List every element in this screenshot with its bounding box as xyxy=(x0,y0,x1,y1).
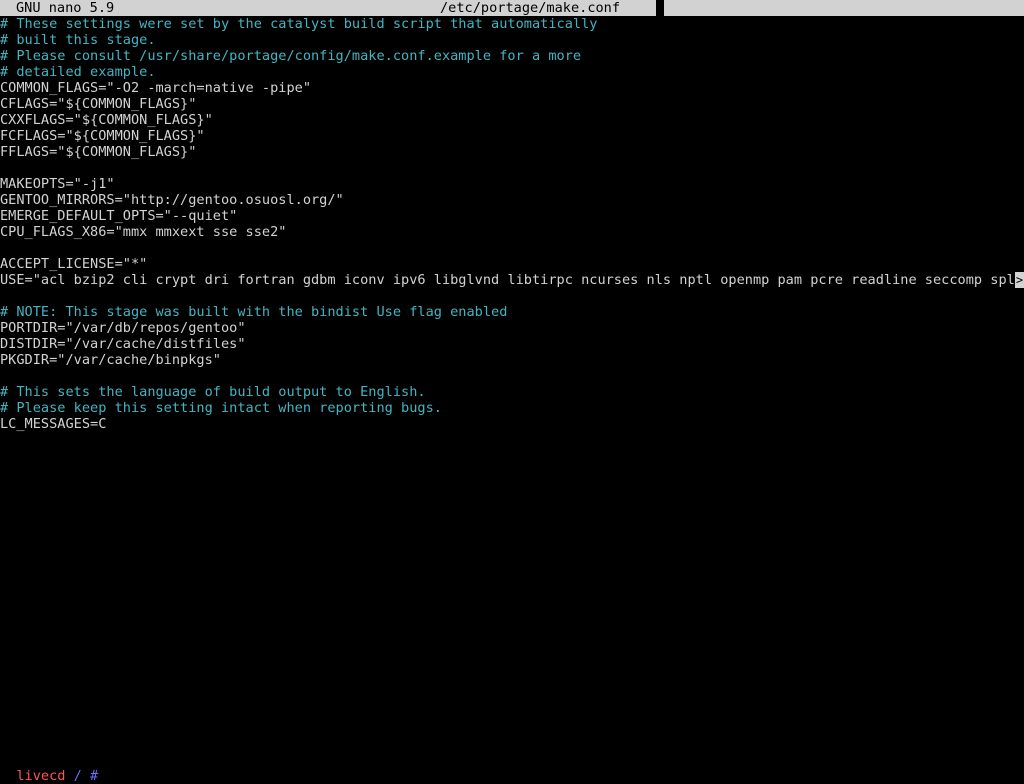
prompt-host: livecd xyxy=(16,768,66,784)
line-text: COMMON_FLAGS="-O2 -march=native -pipe" xyxy=(0,80,311,96)
editor-text-area[interactable]: # These settings were set by the catalys… xyxy=(0,16,1024,752)
line-text: LC_MESSAGES=C xyxy=(0,416,107,432)
editor-line[interactable]: EMERGE_DEFAULT_OPTS="--quiet" xyxy=(0,208,1024,224)
editor-line[interactable]: COMMON_FLAGS="-O2 -march=native -pipe" xyxy=(0,80,1024,96)
editor-line[interactable]: CFLAGS="${COMMON_FLAGS}" xyxy=(0,96,1024,112)
editor-line[interactable]: FCFLAGS="${COMMON_FLAGS}" xyxy=(0,128,1024,144)
title-bar-status xyxy=(664,0,1024,16)
editor-line[interactable]: # Please keep this setting intact when r… xyxy=(0,400,1024,416)
prompt-symbol: # xyxy=(90,768,99,784)
shell-prompt: livecd / # xyxy=(0,752,98,784)
editor-line[interactable]: LC_MESSAGES=C xyxy=(0,416,1024,432)
title-bar-main: GNU nano 5.9 /etc/portage/make.conf xyxy=(0,0,656,16)
line-text: # Please consult /usr/share/portage/conf… xyxy=(0,48,582,64)
editor-line[interactable]: MAKEOPTS="-j1" xyxy=(0,176,1024,192)
line-text: MAKEOPTS="-j1" xyxy=(0,176,115,192)
line-text: GENTOO_MIRRORS="http://gentoo.osuosl.org… xyxy=(0,192,344,208)
line-text: ACCEPT_LICENSE="*" xyxy=(0,256,148,272)
editor-line[interactable]: # detailed example. xyxy=(0,64,1024,80)
line-text: CPU_FLAGS_X86="mmx mmxext sse sse2" xyxy=(0,224,287,240)
editor-line[interactable] xyxy=(0,240,1024,256)
nano-title-bar: GNU nano 5.9 /etc/portage/make.conf xyxy=(0,0,1024,16)
editor-line[interactable]: CPU_FLAGS_X86="mmx mmxext sse sse2" xyxy=(0,224,1024,240)
editor-line-use-flags[interactable]: USE="acl bzip2 cli crypt dri fortran gdb… xyxy=(0,272,1024,288)
editor-line[interactable]: FFLAGS="${COMMON_FLAGS}" xyxy=(0,144,1024,160)
line-text: PORTDIR="/var/db/repos/gentoo" xyxy=(0,320,246,336)
app-name: GNU nano 5.9 xyxy=(16,0,115,16)
line-text: CFLAGS="${COMMON_FLAGS}" xyxy=(0,96,197,112)
line-text: CXXFLAGS="${COMMON_FLAGS}" xyxy=(0,112,213,128)
editor-line[interactable] xyxy=(0,288,1024,304)
editor-line[interactable]: DISTDIR="/var/cache/distfiles" xyxy=(0,336,1024,352)
editor-line[interactable]: # built this stage. xyxy=(0,32,1024,48)
editor-line[interactable]: # Please consult /usr/share/portage/conf… xyxy=(0,48,1024,64)
line-text: FCFLAGS="${COMMON_FLAGS}" xyxy=(0,128,205,144)
line-text: # This sets the language of build output… xyxy=(0,384,426,400)
line-text: # built this stage. xyxy=(0,32,156,48)
line-text: EMERGE_DEFAULT_OPTS="--quiet" xyxy=(0,208,238,224)
prompt-path: / xyxy=(73,768,82,784)
line-text: # Please keep this setting intact when r… xyxy=(0,400,442,416)
line-text: # NOTE: This stage was built with the bi… xyxy=(0,304,508,320)
line-text: PKGDIR="/var/cache/binpkgs" xyxy=(0,352,221,368)
editor-line[interactable]: # NOTE: This stage was built with the bi… xyxy=(0,304,1024,320)
editor-line[interactable]: PORTDIR="/var/db/repos/gentoo" xyxy=(0,320,1024,336)
editor-line[interactable]: CXXFLAGS="${COMMON_FLAGS}" xyxy=(0,112,1024,128)
editor-line[interactable]: PKGDIR="/var/cache/binpkgs" xyxy=(0,352,1024,368)
editor-line[interactable] xyxy=(0,160,1024,176)
editor-line[interactable]: # This sets the language of build output… xyxy=(0,384,1024,400)
line-text: # These settings were set by the catalys… xyxy=(0,16,598,32)
line-overflow-marker: > xyxy=(1015,272,1024,288)
editor-line[interactable]: # These settings were set by the catalys… xyxy=(0,16,1024,32)
editor-line[interactable]: GENTOO_MIRRORS="http://gentoo.osuosl.org… xyxy=(0,192,1024,208)
editor-line[interactable]: ACCEPT_LICENSE="*" xyxy=(0,256,1024,272)
editor-line[interactable] xyxy=(0,368,1024,384)
file-name: /etc/portage/make.conf xyxy=(440,0,621,16)
line-text: # detailed example. xyxy=(0,64,156,80)
line-text: USE="acl bzip2 cli crypt dri fortran gdb… xyxy=(0,272,1024,288)
line-text: DISTDIR="/var/cache/distfiles" xyxy=(0,336,246,352)
line-text: FFLAGS="${COMMON_FLAGS}" xyxy=(0,144,197,160)
